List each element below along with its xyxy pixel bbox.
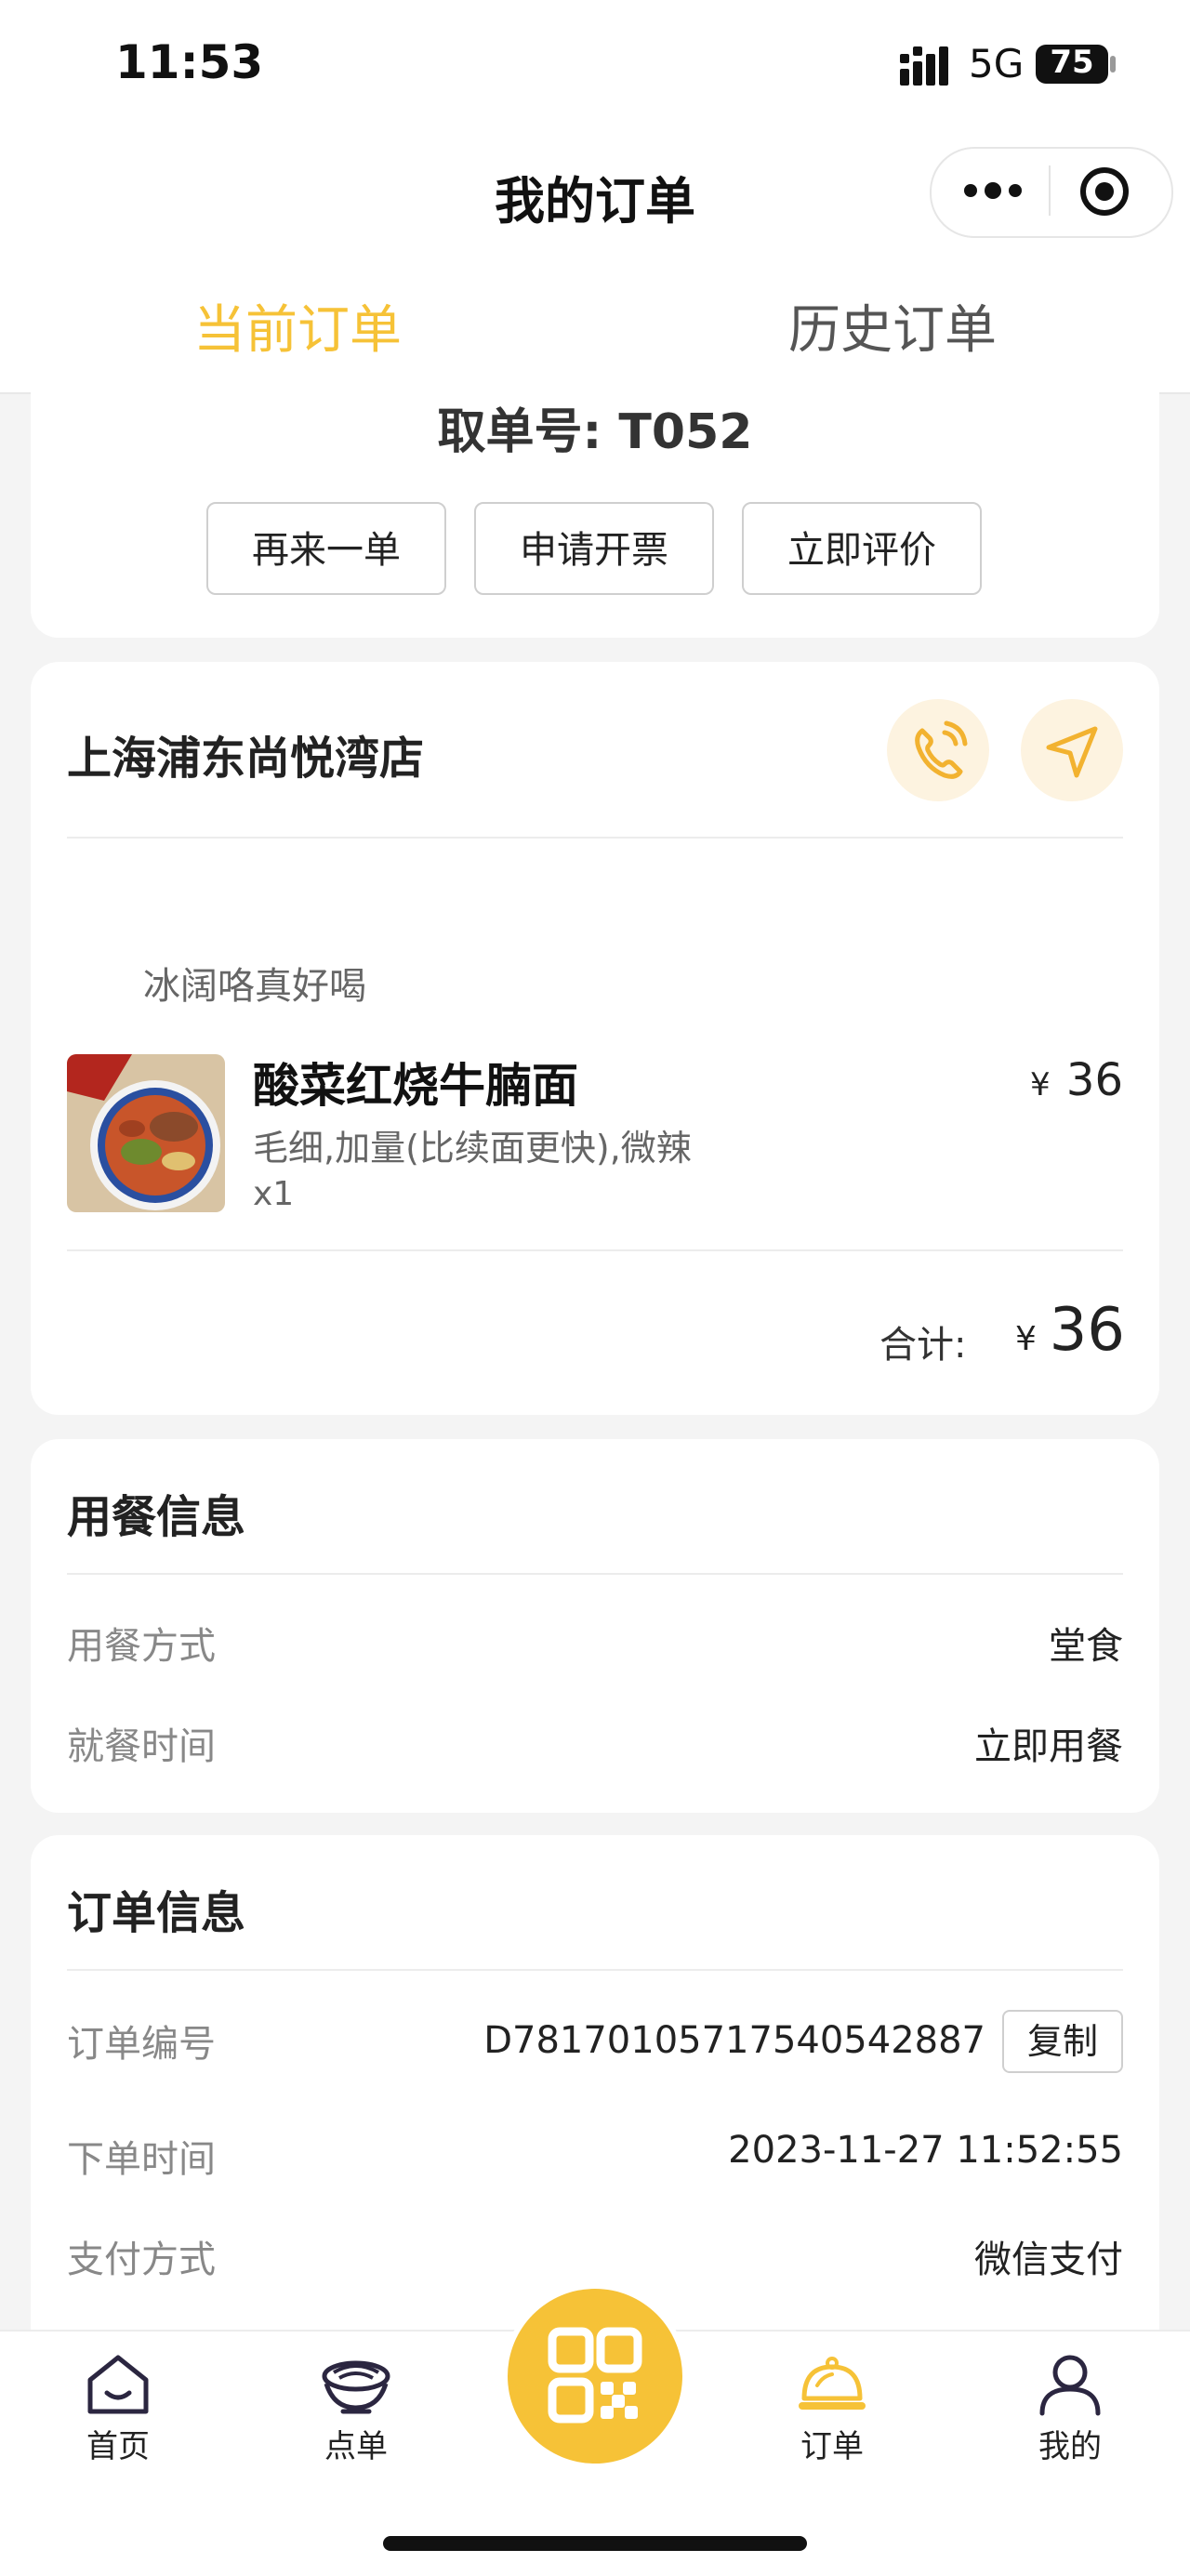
network-label: 5G <box>969 41 1025 86</box>
order-number-value: D78170105717540542887 <box>483 2019 985 2062</box>
capsule-divider <box>1049 165 1051 216</box>
dining-divider <box>67 1573 1123 1575</box>
dining-info-title: 用餐信息 <box>67 1491 246 1543</box>
order-info-title: 订单信息 <box>67 1887 246 1939</box>
item-price: 36 <box>1065 1054 1123 1106</box>
copy-order-number-button[interactable]: 复制 <box>1002 2010 1123 2073</box>
tabbar-profile[interactable] <box>1000 2352 1140 2421</box>
noodle-bowl-icon <box>322 2360 390 2414</box>
order-info-divider <box>67 1969 1123 1971</box>
tab-current-orders[interactable]: 当前订单 <box>177 288 418 363</box>
item-thumbnail <box>67 1054 225 1212</box>
dining-mode-value: 堂食 <box>1049 1625 1123 1668</box>
store-divider <box>67 837 1123 839</box>
request-invoice-button[interactable]: 申请开票 <box>474 502 714 595</box>
home-indicator <box>383 2536 807 2551</box>
phone-icon <box>915 720 968 779</box>
tabbar-order-menu[interactable] <box>286 2352 426 2421</box>
navigate-store-button[interactable] <box>1021 699 1123 801</box>
tabbar-home[interactable] <box>48 2352 188 2421</box>
review-button[interactable]: 立即评价 <box>742 502 982 595</box>
cloche-icon <box>799 2357 866 2410</box>
item-quantity: x1 <box>253 1175 295 1213</box>
call-store-button[interactable] <box>887 699 989 801</box>
payment-method-label: 支付方式 <box>67 2239 216 2281</box>
reorder-button[interactable]: 再来一单 <box>206 502 446 595</box>
order-remark: 冰阔咯真好喝 <box>143 965 366 1008</box>
total-label: 合计: <box>879 1324 967 1367</box>
battery-level: 75 <box>1050 44 1094 81</box>
signal-icon <box>900 46 948 86</box>
qr-code-icon <box>548 2327 642 2424</box>
item-divider <box>67 1249 1123 1251</box>
battery-cap <box>1110 56 1116 73</box>
dining-time-value: 立即用餐 <box>974 1725 1123 1768</box>
tabbar-profile-label: 我的 <box>1038 2428 1102 2465</box>
tabbar-home-label: 首页 <box>86 2428 150 2465</box>
dining-mode-label: 用餐方式 <box>67 1625 216 1668</box>
dining-time-label: 就餐时间 <box>67 1725 216 1768</box>
payment-method-value: 微信支付 <box>974 2239 1123 2281</box>
status-time: 11:53 <box>115 35 264 89</box>
total-currency: ¥ <box>1015 1320 1037 1358</box>
order-time-label: 下单时间 <box>67 2138 216 2181</box>
order-time-value: 2023-11-27 11:52:55 <box>728 2129 1123 2172</box>
item-name: 酸菜红烧牛腩面 <box>253 1059 578 1113</box>
order-number-label: 订单编号 <box>67 2023 216 2066</box>
scan-qr-button[interactable] <box>508 2289 682 2464</box>
item-spec: 毛细,加量(比续面更快),微辣 <box>253 1128 692 1169</box>
home-icon <box>87 2355 149 2414</box>
more-icon[interactable] <box>959 177 1026 205</box>
total-amount: 36 <box>1049 1296 1125 1365</box>
store-name: 上海浦东尚悦湾店 <box>67 733 425 785</box>
user-icon <box>1039 2355 1101 2416</box>
pickup-number: 取单号: T052 <box>437 404 753 460</box>
tabbar-order-menu-label: 点单 <box>324 2428 388 2465</box>
tab-history-orders[interactable]: 历史订单 <box>772 288 1013 363</box>
close-target-icon[interactable] <box>1078 165 1130 218</box>
tabbar-orders[interactable] <box>762 2352 902 2421</box>
tabbar-orders-label: 订单 <box>800 2428 864 2465</box>
navigation-arrow-icon <box>1046 726 1098 778</box>
